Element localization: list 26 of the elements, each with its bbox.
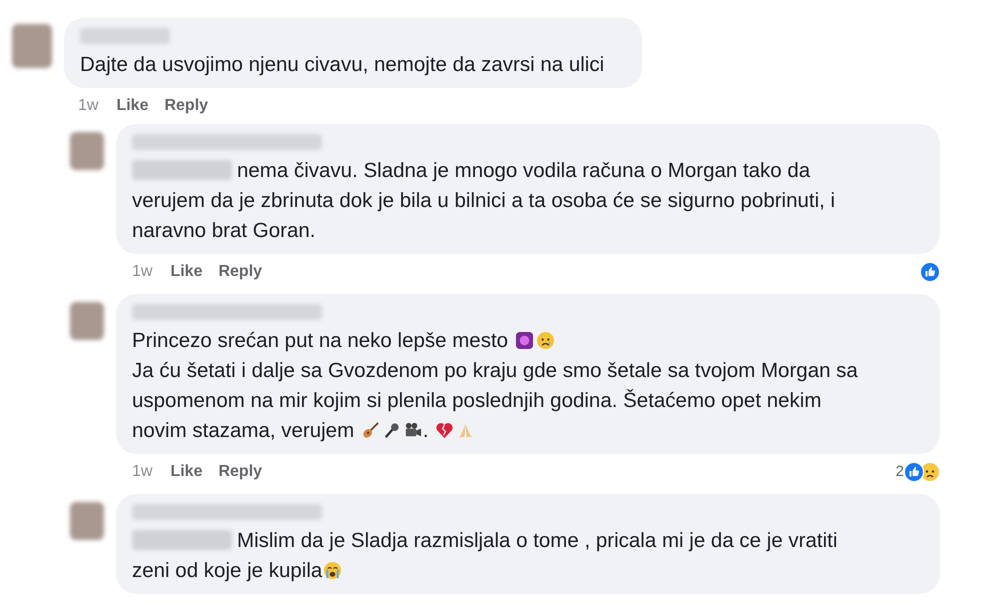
sad-face-emoji-icon — [536, 331, 555, 350]
comment-text: Mislim da je Sladja razmisljala o tome , pricala mi je da ce je vratiti zeni od koje je kupila — [132, 528, 838, 584]
guitar-emoji-icon — [360, 421, 380, 440]
avatar-placeholder[interactable] — [70, 502, 104, 540]
comment-time: 1w — [132, 462, 152, 482]
avatar-placeholder[interactable] — [70, 132, 104, 170]
comment-action-link[interactable]: Reply — [164, 94, 208, 118]
comment-text: Dajte da usvojimo njenu civavu, nemojte da zavrsi na ulici — [80, 52, 606, 78]
sad-reaction-icon — [920, 462, 940, 482]
comment-text: nema čivavu. Sladna je mnogo vodila računa o Morgan tako da verujem da je zbrinuta dok je bila u bilnici a ta osoba će se sigurno pobrinuti, i naravno brat Goran. — [132, 158, 836, 244]
reaction-count: 2 — [896, 462, 904, 482]
like-reaction-icon — [920, 262, 940, 282]
comment-action-link[interactable]: Like — [170, 460, 202, 484]
comment-action-link[interactable]: Reply — [218, 460, 262, 484]
avatar-placeholder[interactable] — [70, 302, 104, 340]
broken-heart-emoji-icon — [435, 421, 454, 440]
comment-time: 1w — [132, 262, 152, 282]
crying-face-emoji-icon — [323, 561, 342, 580]
comment-action-link[interactable]: Like — [116, 94, 148, 118]
like-reaction-icon — [904, 462, 924, 482]
comment-action-link[interactable]: Like — [170, 260, 202, 284]
comment-text: Princezo srećan put na neko lepše mesto Ja ću šetati i dalje sa Gvozdenom po kraju gde smo šetale sa tvojom Morgan sa uspomenom na mir kojim si plenila poslednjih godina. Šetaćemo opet nekim novim stazama, verujem . — [132, 328, 859, 444]
comment-time: 1w — [78, 96, 98, 116]
comment-action-link[interactable]: Reply — [218, 260, 262, 284]
glowing-square-emoji-icon — [514, 331, 534, 350]
avatar-placeholder[interactable] — [12, 24, 52, 68]
